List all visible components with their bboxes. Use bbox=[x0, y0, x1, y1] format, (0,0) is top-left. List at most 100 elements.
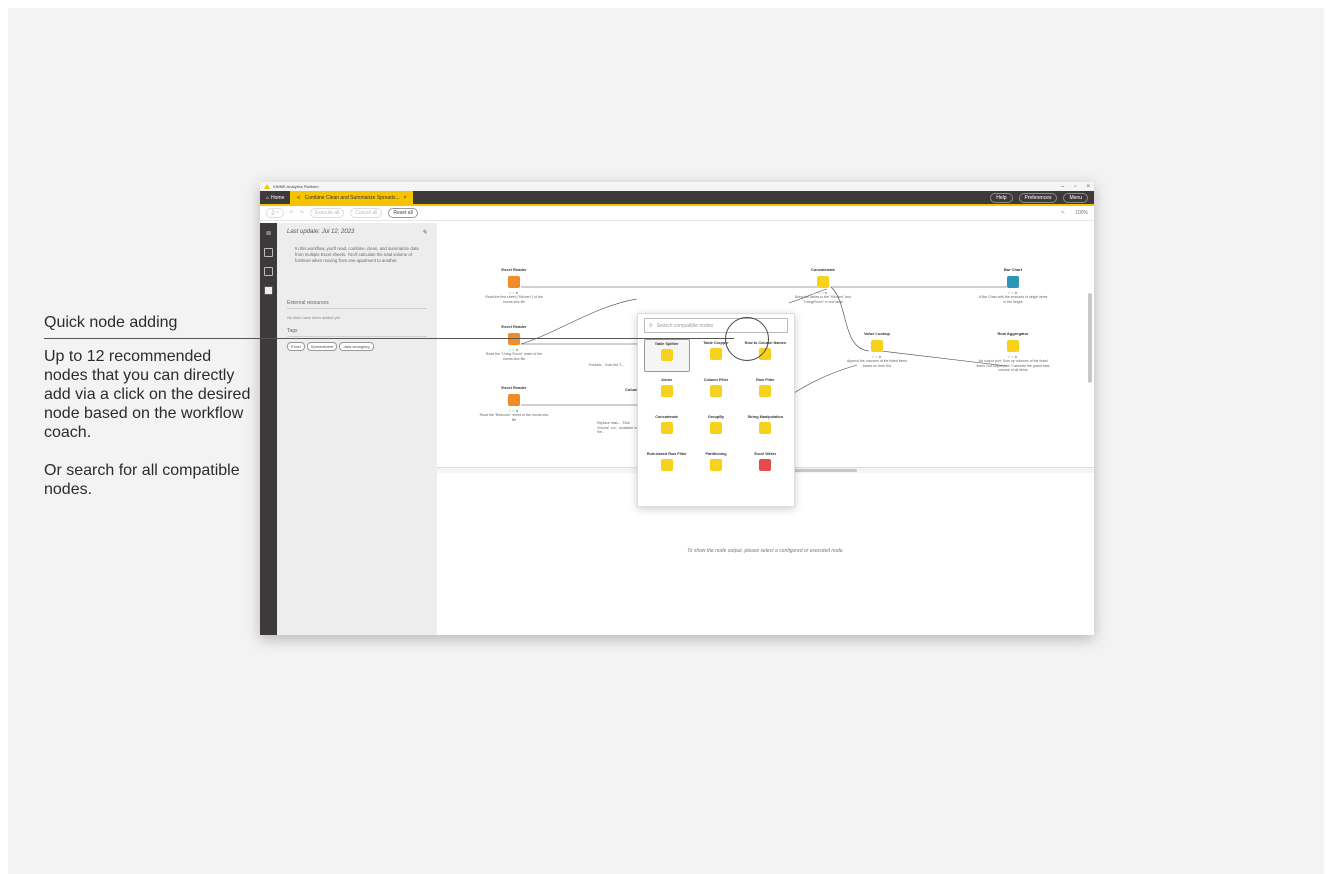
joiner-icon bbox=[660, 385, 673, 397]
node-description: A Bar Chart with the amounts of single i… bbox=[978, 295, 1048, 304]
tab-home[interactable]: ⌂ Home bbox=[260, 191, 290, 204]
no-links-text: No links have been added yet bbox=[287, 315, 340, 320]
help-button[interactable]: Help bbox=[990, 192, 1013, 203]
node-description: Read the "Living Room" sheet of the room… bbox=[485, 352, 543, 361]
partial-node-description: Replace miss... "Dich Volume" col... ava… bbox=[597, 421, 637, 434]
quick-add-panel: ⚲ Search compatible nodes Table Splitter… bbox=[637, 313, 795, 507]
zoom-selector[interactable]: 100% bbox=[1075, 210, 1088, 216]
recommended-node[interactable]: Concatenate bbox=[644, 413, 690, 446]
search-placeholder: Search compatible nodes bbox=[656, 322, 714, 329]
recommended-node-label: Joiner bbox=[660, 378, 673, 382]
tab-home-label: Home bbox=[271, 194, 285, 201]
column-filter-icon bbox=[709, 385, 722, 397]
recommended-node-label: Column Filter bbox=[703, 378, 729, 382]
pointer-icon[interactable]: ↖ bbox=[1061, 210, 1065, 216]
callout-pointer-line bbox=[44, 338, 734, 339]
recommended-node[interactable]: Excel Writer bbox=[742, 450, 788, 483]
callout: Quick node adding Up to 12 recommended n… bbox=[44, 314, 254, 499]
toolbar-right: ↖ 100% bbox=[1061, 210, 1088, 216]
recommended-node-label: Partitioning bbox=[705, 452, 727, 456]
node-title: Bar Chart bbox=[1003, 267, 1023, 272]
recommended-node-label: String Manipulation bbox=[747, 415, 784, 419]
workflow-monitor-icon[interactable] bbox=[264, 286, 273, 295]
close-icon[interactable]: × bbox=[1086, 184, 1090, 190]
excel-reader-icon bbox=[508, 394, 520, 406]
recommended-node-label: Row Filter bbox=[756, 378, 775, 382]
reset-all-button[interactable]: Reset all bbox=[388, 208, 418, 218]
last-update-text: Last update: Jul 12, 2023 bbox=[287, 229, 355, 235]
workflow-node[interactable]: Bar Chart ○○● A Bar Chart with the amoun… bbox=[978, 267, 1048, 304]
node-description: Append the volumes of the listed items b… bbox=[846, 359, 908, 368]
vertical-scrollbar[interactable] bbox=[1088, 293, 1092, 383]
node-title: Concatenate bbox=[810, 267, 835, 272]
redo-icon[interactable]: ↷ bbox=[300, 210, 304, 216]
undo-icon[interactable]: ↶ bbox=[290, 210, 294, 216]
tag-item[interactable]: Spreadsheet bbox=[306, 342, 338, 351]
concatenate-icon bbox=[660, 422, 673, 434]
table-cropper-icon bbox=[709, 348, 722, 360]
description-icon[interactable]: ≣ bbox=[264, 229, 273, 238]
edit-pencil-icon[interactable]: ✎ bbox=[422, 229, 427, 236]
space-explorer-icon[interactable] bbox=[264, 267, 273, 276]
tab-bar: ⌂ Home ≺ Combine Clean and Summarize Spr… bbox=[260, 191, 1094, 206]
row-filter-icon bbox=[759, 385, 772, 397]
recommended-node[interactable]: GroupBy bbox=[693, 413, 739, 446]
partial-node-title: Colum bbox=[625, 387, 638, 392]
partial-node-description: Exclude... from the "L... bbox=[589, 363, 626, 367]
excel-reader-icon bbox=[508, 276, 520, 288]
preferences-button[interactable]: Preferences bbox=[1018, 192, 1058, 203]
recommended-node[interactable]: Row Filter bbox=[742, 376, 788, 409]
node-repository-icon[interactable] bbox=[264, 248, 273, 257]
recommended-node[interactable]: Partitioning bbox=[693, 450, 739, 483]
excel-reader-icon bbox=[508, 333, 520, 345]
recommended-node[interactable]: String Manipulation bbox=[742, 413, 788, 446]
tag-item[interactable]: Excel bbox=[287, 342, 305, 351]
minimize-icon[interactable]: – bbox=[1061, 184, 1064, 190]
value-lookup-icon bbox=[871, 340, 883, 352]
execute-all-button[interactable]: Execute all bbox=[309, 208, 345, 218]
search-icon: ⚲ bbox=[649, 322, 653, 329]
workflow-node[interactable]: Excel Reader ○○● Read the "Bedroom" shee… bbox=[479, 385, 549, 422]
tab-close-icon[interactable]: × bbox=[404, 195, 407, 201]
tag-item[interactable]: data wrangling bbox=[339, 342, 374, 351]
save-icon[interactable]: ⎙ ▾ bbox=[266, 208, 284, 218]
recommended-node[interactable]: Column Filter bbox=[693, 376, 739, 409]
recommended-node[interactable]: Rule-based Row Filter bbox=[644, 450, 690, 483]
callout-highlight-circle bbox=[725, 317, 769, 361]
recommended-node-label: Excel Writer bbox=[754, 452, 777, 456]
node-description: Bring the tables in the "Kitchen" and "L… bbox=[795, 295, 851, 304]
excel-writer-icon bbox=[759, 459, 772, 471]
description-panel: Last update: Jul 12, 2023 ✎ In this work… bbox=[277, 223, 437, 635]
workflow-node[interactable]: Row Aggregator ○○● 1st output port: Sum … bbox=[975, 331, 1051, 373]
tags-heading: Tags bbox=[287, 328, 427, 337]
window-controls: – ▫ × bbox=[1061, 184, 1090, 190]
node-title: Row Aggregator bbox=[997, 331, 1029, 336]
tag-list: Excel Spreadsheet data wrangling bbox=[287, 342, 427, 351]
workflow-node[interactable]: Excel Reader ○○● Read the "Living Room" … bbox=[479, 324, 549, 361]
node-title: Value Lookup bbox=[863, 331, 890, 336]
callout-body-primary: Up to 12 recommended nodes that you can … bbox=[44, 348, 251, 441]
maximize-icon[interactable]: ▫ bbox=[1074, 184, 1076, 190]
workflow-icon: ≺ bbox=[296, 194, 301, 201]
workflow-node[interactable]: Concatenate ○○● Bring the tables in the … bbox=[788, 267, 858, 304]
recommended-node[interactable]: Table Splitter bbox=[643, 339, 690, 372]
home-icon: ⌂ bbox=[266, 194, 270, 201]
node-description: 1st output port: Sum up volumes of the l… bbox=[976, 359, 1050, 372]
cancel-all-button[interactable]: Cancel all bbox=[350, 208, 383, 218]
callout-body: Up to 12 recommended nodes that you can … bbox=[44, 347, 254, 499]
menu-button[interactable]: Menu bbox=[1063, 192, 1088, 203]
recommended-node[interactable]: Joiner bbox=[644, 376, 690, 409]
node-title: Excel Reader bbox=[501, 267, 527, 272]
tab-workflow[interactable]: ≺ Combine Clean and Summarize Spreads...… bbox=[290, 191, 413, 204]
node-title: Excel Reader bbox=[501, 324, 527, 329]
node-description: Read the "Bedroom" sheet of the rooms.xl… bbox=[479, 413, 549, 422]
workflow-node[interactable]: Value Lookup ○○● Append the volumes of t… bbox=[842, 331, 912, 368]
side-rail: ≣ bbox=[260, 223, 277, 635]
recommended-node-label: GroupBy bbox=[707, 415, 725, 419]
bar-chart-icon bbox=[1007, 276, 1019, 288]
header-actions: Help Preferences Menu bbox=[990, 191, 1094, 204]
workflow-node[interactable]: Excel Reader ○○● Read the first sheet ("… bbox=[479, 267, 549, 304]
window-titlebar: KNIME Analytics Platform – ▫ × bbox=[260, 182, 1094, 191]
concatenate-icon bbox=[817, 276, 829, 288]
node-title: Excel Reader bbox=[501, 385, 527, 390]
